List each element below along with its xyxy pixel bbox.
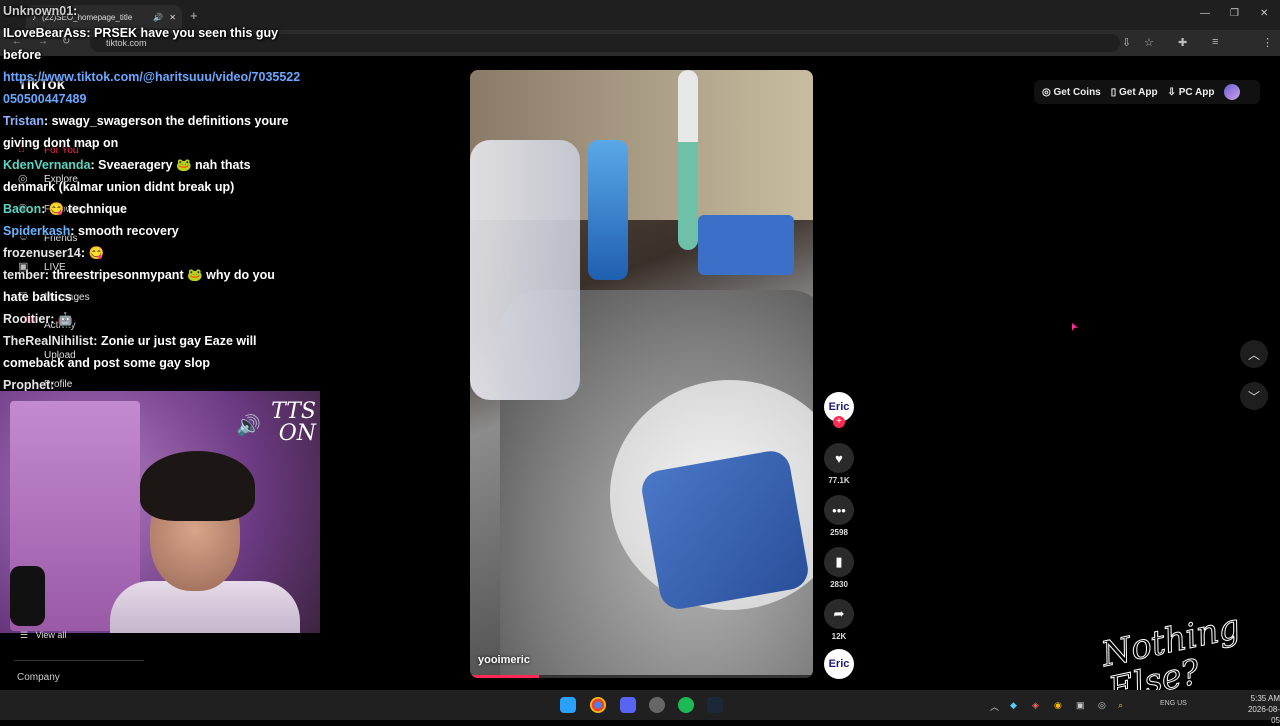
chat-username: KdenVernanda [3, 158, 91, 172]
chat-message: tember: threestripesonmypant 🐸 why do yo… [3, 268, 275, 304]
steam-icon[interactable] [707, 697, 723, 713]
author-avatar[interactable]: Eric + [824, 392, 854, 428]
tts-label: TTS ON [271, 399, 316, 446]
chat-message: frozenuser14: 😋 [3, 246, 105, 260]
tray-icon[interactable]: ◉ [1054, 700, 1062, 711]
follow-button[interactable]: + [833, 416, 845, 428]
tray-window-icon[interactable]: ▣ [1076, 700, 1085, 711]
comment-action[interactable]: ••• 2598 [824, 495, 854, 537]
maximize-button[interactable]: ❐ [1230, 8, 1239, 19]
chevron-up-icon: ︿ [1247, 347, 1260, 362]
video-progress-bar[interactable] [470, 675, 813, 678]
media-control-icon[interactable]: ≡ [1212, 36, 1218, 48]
chat-username: Unknown01 [3, 4, 74, 18]
menu-icon[interactable]: ⋮ [1262, 36, 1273, 49]
chat-text: smooth recovery [78, 224, 179, 238]
chat-username: Rooitier [3, 312, 51, 326]
sound-disc: Eric [824, 649, 854, 679]
chat-text: swagy_swagerson the definitions youre gi… [3, 114, 289, 150]
chat-message: Bacon: 😋 technique [3, 202, 127, 216]
chat-message: KdenVernanda: Sveaeragery 🐸 nah thats de… [3, 158, 251, 194]
settings-icon[interactable] [649, 697, 665, 713]
company-link[interactable]: Company [17, 672, 60, 683]
stream-chat-overlay: Unknown01: ILoveBearAss: PRSEK have you … [3, 0, 303, 396]
chat-text: 😋 [88, 246, 105, 260]
chat-username: tember [3, 268, 45, 282]
close-window-button[interactable]: ✕ [1260, 8, 1268, 19]
bookmark-icon[interactable]: ▮ [824, 547, 854, 577]
chat-username: TheRealNihilist [3, 334, 94, 348]
bookmark-star-icon[interactable]: ☆ [1144, 36, 1154, 49]
pc-app-button[interactable]: ⇩ PC App [1168, 87, 1215, 98]
streamer-hair [140, 451, 255, 521]
view-all-link[interactable]: ☰ View all [20, 630, 66, 641]
system-clock[interactable]: 5:35 AM 2026-08-05 [1240, 693, 1280, 726]
save-count: 2830 [830, 580, 848, 589]
music-avatar[interactable]: Eric [824, 649, 854, 679]
previous-video-button[interactable]: ︿ [1240, 340, 1268, 368]
speaker-icon: 🔊 [236, 415, 261, 437]
user-avatar[interactable] [1224, 84, 1241, 100]
chat-message: Unknown01: [3, 4, 78, 18]
sidebar-divider [14, 660, 144, 661]
discord-icon[interactable] [620, 697, 636, 713]
chat-username: Spiderkash [3, 224, 71, 238]
save-action[interactable]: ▮ 2830 [824, 547, 854, 589]
chat-text: 😋 technique [48, 202, 127, 216]
tray-expand-icon[interactable]: ︿ [990, 700, 999, 713]
like-action[interactable]: ♥ 77.1K [824, 443, 854, 485]
get-app-button[interactable]: ▯ Get App [1111, 87, 1158, 98]
spotify-icon[interactable] [678, 697, 694, 713]
share-icon[interactable]: ➦ [824, 599, 854, 629]
like-count: 77.1K [828, 476, 850, 485]
chat-username: Tristan [3, 114, 44, 128]
chrome-icon[interactable] [590, 697, 606, 713]
install-app-icon[interactable]: ⇩ [1122, 36, 1131, 49]
comment-icon[interactable]: ••• [824, 495, 854, 525]
chat-username: frozenuser14 [3, 246, 81, 260]
chat-message: Spiderkash: smooth recovery [3, 224, 179, 238]
comment-count: 2598 [830, 528, 848, 537]
chat-message: Rooitier: 🤖 [3, 312, 74, 326]
webcam-feed: 🔊 TTS ON [0, 391, 320, 633]
get-coins-button[interactable]: ◎ Get Coins [1042, 87, 1101, 98]
share-action[interactable]: ➦ 12K [824, 599, 854, 641]
video-player[interactable]: yooimeric [470, 70, 813, 678]
chat-message: Tristan: swagy_swagerson the definitions… [3, 114, 289, 150]
tray-app-icon[interactable]: ◆ [1010, 700, 1017, 711]
heart-icon[interactable]: ♥ [824, 443, 854, 473]
video-progress-fill [470, 675, 539, 678]
microphone [10, 566, 45, 626]
tray-shield-icon[interactable]: ◈ [1032, 700, 1039, 711]
video-sponge [698, 215, 794, 275]
start-icon[interactable] [560, 697, 576, 713]
windows-taskbar [0, 690, 1280, 720]
mouse-cursor-icon [1072, 323, 1078, 331]
video-brush [678, 70, 698, 250]
video-jug [470, 140, 580, 400]
tray-search-icon[interactable]: ⌕ [1118, 700, 1123, 711]
chat-username: Prophet [3, 378, 51, 392]
chat-message: TheRealNihilist: Zonie ur just gay Eaze … [3, 334, 257, 370]
chat-message: ILoveBearAss: PRSEK have you seen this g… [3, 26, 279, 62]
chat-username: ILoveBearAss [3, 26, 87, 40]
next-video-button[interactable]: ﹀ [1240, 382, 1268, 410]
chat-username: Bacon [3, 202, 42, 216]
extensions-icon[interactable]: ✚ [1178, 36, 1187, 49]
tray-steam-icon[interactable]: ◎ [1098, 700, 1106, 711]
language-indicator[interactable]: ENG US [1160, 700, 1187, 708]
tiktok-header-actions: ◎ Get Coins ▯ Get App ⇩ PC App [1034, 80, 1260, 104]
video-author[interactable]: yooimeric [478, 654, 530, 666]
minimize-button[interactable]: — [1200, 8, 1210, 19]
chat-text: 🤖 [57, 312, 74, 326]
video-bag [638, 448, 812, 612]
chevron-down-icon: ﹀ [1247, 389, 1260, 404]
video-soap [588, 140, 628, 280]
share-count: 12K [831, 632, 847, 641]
chat-link[interactable]: https://www.tiktok.com/@haritsuuu/video/… [3, 66, 303, 110]
